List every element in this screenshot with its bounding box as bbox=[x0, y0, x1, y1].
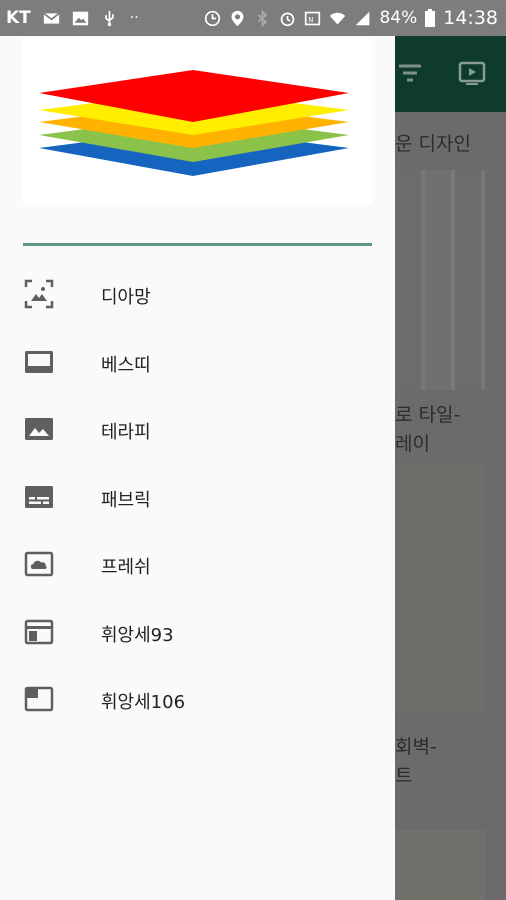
navigation-drawer: 디아망 베스띠 테라피 패브릭 프레쉬 휘앙세93 휘앙세106 bbox=[0, 36, 395, 900]
wifi-icon bbox=[330, 12, 346, 24]
menu-item-diamang[interactable]: 디아망 bbox=[0, 260, 395, 328]
tile-image-2 bbox=[395, 464, 485, 714]
status-bar: KT ·· N 84% 14:38 bbox=[0, 0, 506, 36]
web-window-icon bbox=[24, 619, 54, 644]
more-dots-icon: ·· bbox=[129, 10, 139, 26]
location-icon bbox=[231, 10, 244, 26]
sync-icon bbox=[205, 10, 221, 26]
background-item-title-1b: 레이 bbox=[395, 433, 430, 455]
alarm-icon bbox=[281, 12, 295, 26]
landscape-image-icon bbox=[25, 418, 53, 440]
menu-item-label: 프레쉬 bbox=[101, 557, 151, 578]
usb-icon bbox=[105, 10, 114, 26]
background-item-title-2a: 회벽- bbox=[395, 736, 437, 758]
drawer-header-logo bbox=[23, 38, 372, 204]
picture-in-picture-icon bbox=[24, 686, 54, 712]
menu-item-label: 테라피 bbox=[101, 422, 151, 443]
tile-image-1 bbox=[395, 170, 485, 390]
menu-item-fresh[interactable]: 프레쉬 bbox=[0, 530, 395, 598]
video-icon[interactable] bbox=[457, 58, 487, 88]
battery-percent: 84% bbox=[379, 8, 418, 28]
menu-item-label: 베스띠 bbox=[101, 354, 151, 376]
subtitles-icon bbox=[25, 485, 53, 508]
image-icon bbox=[72, 11, 88, 25]
mail-icon bbox=[43, 12, 60, 24]
filter-icon[interactable] bbox=[395, 58, 425, 88]
signal-icon bbox=[356, 11, 370, 25]
menu-item-label: 휘앙세93 bbox=[101, 624, 174, 646]
background-tab-title: 운 디자인 bbox=[395, 133, 471, 155]
menu-item-label: 디아망 bbox=[101, 287, 151, 308]
cloud-frame-icon bbox=[24, 551, 54, 577]
menu-item-fabric[interactable]: 패브릭 bbox=[0, 463, 395, 531]
menu-item-bestti[interactable]: 베스띠 bbox=[0, 328, 395, 396]
background-item-title-2b: 트 bbox=[395, 765, 413, 787]
clock: 14:38 bbox=[443, 7, 498, 29]
menu-item-therapy[interactable]: 테라피 bbox=[0, 395, 395, 463]
tile-image-3 bbox=[395, 830, 485, 900]
nfc-icon: N bbox=[305, 11, 321, 25]
battery-icon bbox=[425, 9, 436, 27]
menu-item-label: 패브릭 bbox=[101, 489, 151, 511]
app-toolbar bbox=[395, 36, 506, 112]
menu-item-fiance106[interactable]: 휘앙세106 bbox=[0, 665, 395, 733]
background-content: 운 디자인 로 타일- 레이 회벽- 트 bbox=[395, 112, 506, 900]
carrier-label: KT bbox=[6, 8, 31, 28]
bluetooth-icon bbox=[258, 9, 268, 27]
tablet-bottom-bar-icon bbox=[25, 350, 53, 373]
svg-text:N: N bbox=[309, 15, 314, 23]
menu-item-fiance93[interactable]: 휘앙세93 bbox=[0, 598, 395, 666]
drawer-divider bbox=[23, 243, 372, 246]
menu-item-label: 휘앙세106 bbox=[101, 692, 186, 713]
background-item-title-1a: 로 타일- bbox=[395, 404, 461, 426]
photo-frame-icon bbox=[24, 279, 54, 309]
drawer-menu: 디아망 베스띠 테라피 패브릭 프레쉬 휘앙세93 휘앙세106 bbox=[0, 260, 395, 733]
layered-logo-icon bbox=[39, 70, 349, 176]
